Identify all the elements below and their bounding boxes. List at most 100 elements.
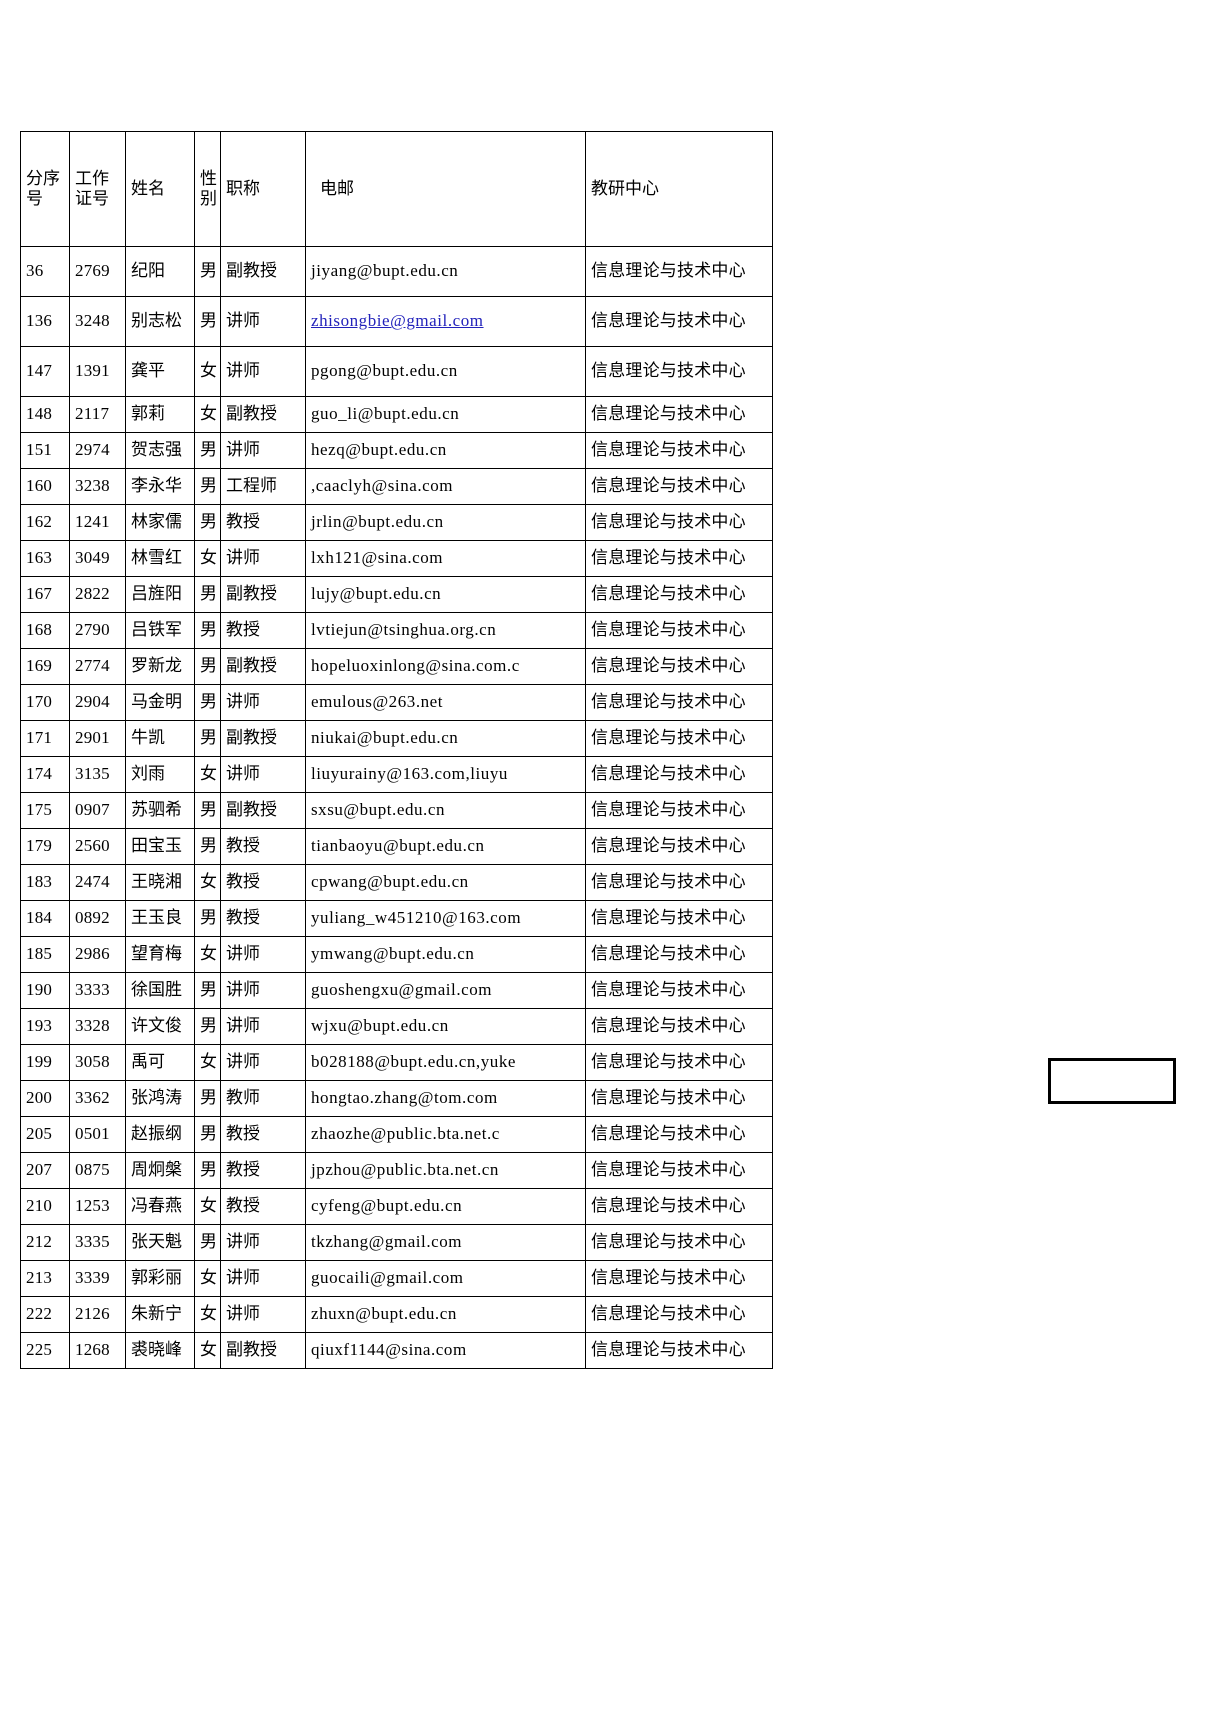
cell-work-id: 2126 [69,1296,126,1333]
cell-work-id: 0892 [69,900,126,937]
email-text: zhaozhe@public.bta.net.c [311,1124,500,1144]
cell-seq: 225 [20,1332,70,1369]
cell-email: guoshengxu@gmail.com [305,972,586,1009]
header-row: 分序号 工作证号 姓名 性别 职称 电邮 教研中心 [20,131,773,247]
cell-seq: 184 [20,900,70,937]
cell-title: 副教授 [220,1332,306,1369]
table-row: 183 2474 王晓湘女教授 cpwang@bupt.edu.cn 信息理论与技术中心 [20,864,773,901]
cell-title: 教授 [220,1188,306,1225]
cell-title: 工程师 [220,468,306,505]
table-row: 199 3058 禹可女讲师 b028188@bupt.edu.cn,yuke 信息理论… [20,1044,773,1081]
cell-email: tianbaoyu@bupt.edu.cn [305,828,586,865]
cell-work-id: 2117 [69,396,126,433]
cell-center: 信息理论与技术中心 [585,1044,773,1081]
cell-name: 郭莉 [125,396,195,433]
cell-email: lvtiejun@tsinghua.org.cn [305,612,586,649]
cell-center: 信息理论与技术中心 [585,576,773,613]
cell-gender: 男 [194,828,221,865]
cell-work-id: 1391 [69,346,126,397]
email-text: hopeluoxinlong@sina.com.c [311,656,520,676]
table-row: 170 2904 马金明男讲师 emulous@263.net 信息理论与技术中心 [20,684,773,721]
cell-seq: 179 [20,828,70,865]
cell-title: 讲师 [220,1296,306,1333]
cell-center: 信息理论与技术中心 [585,972,773,1009]
cell-seq: 160 [20,468,70,505]
column-header-name: 姓名 [125,131,195,247]
cell-seq: 190 [20,972,70,1009]
cell-seq: 162 [20,504,70,541]
cell-center: 信息理论与技术中心 [585,246,773,297]
table-row: 168 2790 吕铁军男教授 lvtiejun@tsinghua.org.cn 信息理… [20,612,773,649]
cell-work-id: 3049 [69,540,126,577]
email-text: liuyurainy@163.com,liuyu [311,764,508,784]
cell-name: 罗新龙 [125,648,195,685]
cell-gender: 男 [194,296,221,347]
cell-email[interactable]: zhisongbie@gmail.com [305,296,586,347]
cell-work-id: 2974 [69,432,126,469]
cell-center: 信息理论与技术中心 [585,756,773,793]
cell-title: 教授 [220,900,306,937]
cell-gender: 女 [194,1332,221,1369]
column-header-id: 工作证号 [69,131,126,247]
cell-work-id: 2901 [69,720,126,757]
cell-work-id: 3135 [69,756,126,793]
cell-name: 马金明 [125,684,195,721]
table-row: 148 2117 郭莉女副教授 guo_li@bupt.edu.cn 信息理论与技术中心 [20,396,773,433]
cell-gender: 男 [194,468,221,505]
cell-gender: 男 [194,792,221,829]
cell-center: 信息理论与技术中心 [585,1008,773,1045]
cell-title: 教授 [220,864,306,901]
cell-gender: 男 [194,1116,221,1153]
table-row: 151 2974 贺志强男讲师 hezq@bupt.edu.cn 信息理论与技术中心 [20,432,773,469]
cell-title: 副教授 [220,246,306,297]
table-row: 160 3238 李永华男工程师 ,caaclyh@sina.com 信息理论与技术中心 [20,468,773,505]
cell-title: 副教授 [220,648,306,685]
email-link[interactable]: zhisongbie@gmail.com [311,311,484,330]
cell-title: 讲师 [220,684,306,721]
column-header-gender: 性别 [194,131,221,247]
cell-name: 吕铁军 [125,612,195,649]
cell-name: 王晓湘 [125,864,195,901]
cell-gender: 男 [194,900,221,937]
cell-email: zhuxn@bupt.edu.cn [305,1296,586,1333]
faculty-roster-table: 分序号 工作证号 姓名 性别 职称 电邮 教研中心 36 2769 纪阳男副教授 ji… [20,131,773,1369]
cell-center: 信息理论与技术中心 [585,1152,773,1189]
cell-name: 田宝玉 [125,828,195,865]
cell-title: 教师 [220,1080,306,1117]
cell-title: 教授 [220,1152,306,1189]
cell-work-id: 2790 [69,612,126,649]
cell-name: 贺志强 [125,432,195,469]
cell-center: 信息理论与技术中心 [585,936,773,973]
email-text: lujy@bupt.edu.cn [311,584,442,604]
cell-work-id: 0501 [69,1116,126,1153]
cell-seq: 170 [20,684,70,721]
email-text: guoshengxu@gmail.com [311,980,493,1000]
cell-seq: 199 [20,1044,70,1081]
cell-name: 禹可 [125,1044,195,1081]
cell-gender: 女 [194,936,221,973]
email-text: tkzhang@gmail.com [311,1232,463,1252]
cell-work-id: 3328 [69,1008,126,1045]
cell-name: 张天魁 [125,1224,195,1261]
cell-center: 信息理论与技术中心 [585,504,773,541]
cell-work-id: 2986 [69,936,126,973]
cell-email: guocaili@gmail.com [305,1260,586,1297]
email-text: cpwang@bupt.edu.cn [311,872,469,892]
cell-name: 望育梅 [125,936,195,973]
cell-email: liuyurainy@163.com,liuyu [305,756,586,793]
email-text: tianbaoyu@bupt.edu.cn [311,836,485,856]
cell-work-id: 3248 [69,296,126,347]
cell-center: 信息理论与技术中心 [585,720,773,757]
email-text: b028188@bupt.edu.cn,yuke [311,1052,516,1072]
cell-seq: 147 [20,346,70,397]
cell-gender: 男 [194,1008,221,1045]
cell-seq: 210 [20,1188,70,1225]
cell-gender: 男 [194,648,221,685]
cell-email: hezq@bupt.edu.cn [305,432,586,469]
cell-email: pgong@bupt.edu.cn [305,346,586,397]
cell-name: 苏驷希 [125,792,195,829]
cell-name: 许文俊 [125,1008,195,1045]
cell-seq: 222 [20,1296,70,1333]
cell-work-id: 3238 [69,468,126,505]
empty-annotation-box [1048,1058,1176,1104]
